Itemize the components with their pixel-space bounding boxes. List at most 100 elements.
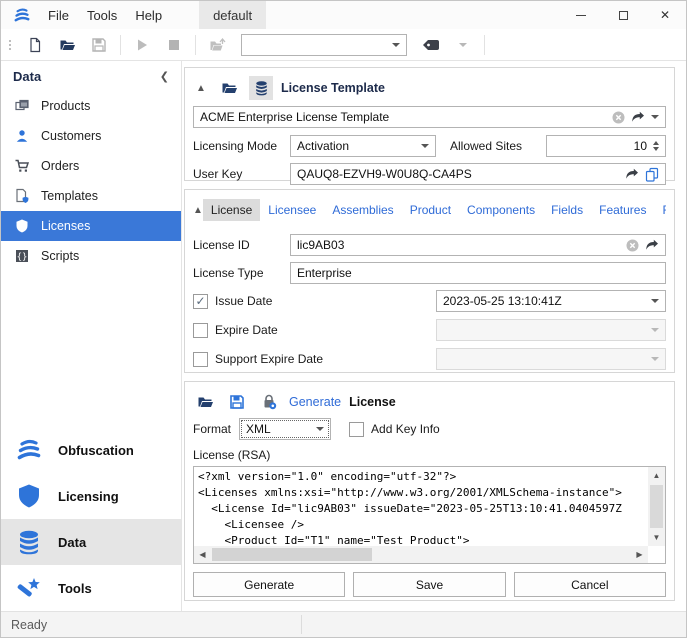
- nav-item-tools[interactable]: Tools: [1, 565, 181, 611]
- nav-item-label: Licensing: [58, 489, 119, 504]
- user-key-value: QAUQ8-EZVH9-W0U8Q-CA4PS: [297, 167, 472, 181]
- new-document-icon: [27, 37, 43, 53]
- tab-assemblies[interactable]: Assemblies: [324, 199, 401, 221]
- new-document-button[interactable]: [22, 32, 48, 58]
- tab-components[interactable]: Components: [459, 199, 543, 221]
- user-key-field[interactable]: QAUQ8-EZVH9-W0U8Q-CA4PS: [290, 163, 666, 185]
- format-combo[interactable]: XML: [239, 418, 331, 440]
- chevron-down-icon: [316, 427, 324, 431]
- scroll-up-icon[interactable]: ▲: [648, 467, 665, 484]
- sidebar-item-customers[interactable]: Customers: [1, 121, 181, 151]
- expire-date-combo[interactable]: [436, 319, 666, 341]
- collapse-sidebar-icon[interactable]: ❮: [160, 70, 169, 83]
- tab-fields[interactable]: Fields: [543, 199, 591, 221]
- open-template-button[interactable]: [217, 76, 241, 100]
- apply-arrow-icon[interactable]: [631, 111, 645, 123]
- tab-license[interactable]: License: [203, 199, 260, 221]
- copy-icon[interactable]: [645, 167, 659, 182]
- save-button[interactable]: Save: [353, 572, 505, 597]
- menu-file[interactable]: File: [39, 1, 78, 29]
- scroll-down-icon[interactable]: ▼: [648, 529, 665, 546]
- tag-button[interactable]: [418, 32, 444, 58]
- horizontal-scrollbar[interactable]: ◀ ▶: [194, 546, 648, 563]
- key-button[interactable]: [257, 390, 281, 414]
- sidebar-item-licenses[interactable]: Licenses: [1, 211, 181, 241]
- xml-line: <Licensee />: [198, 517, 644, 533]
- license-type-field[interactable]: Enterprise: [290, 262, 666, 284]
- document-tab-default[interactable]: default: [199, 1, 266, 29]
- template-name-value: ACME Enterprise License Template: [200, 110, 389, 124]
- expire-date-checkbox[interactable]: [193, 323, 208, 338]
- clear-icon[interactable]: [626, 239, 639, 252]
- panel-title: License: [349, 395, 396, 409]
- horizontal-scroll-thumb[interactable]: [212, 548, 372, 561]
- collapse-panel-icon[interactable]: ▲: [193, 205, 203, 216]
- license-detail-panel: ▲ License Licensee Assemblies Product Co…: [184, 189, 675, 373]
- sidebar-item-templates[interactable]: Templates: [1, 181, 181, 211]
- support-expire-date-checkbox[interactable]: [193, 352, 208, 367]
- license-type-label: License Type: [193, 266, 290, 280]
- save-license-button[interactable]: [225, 390, 249, 414]
- add-key-info-checkbox[interactable]: [349, 422, 364, 437]
- spin-down-icon[interactable]: [653, 147, 659, 151]
- apply-arrow-icon[interactable]: [625, 168, 639, 180]
- toolbar-combo[interactable]: [241, 34, 407, 56]
- vertical-scroll-thumb[interactable]: [650, 485, 663, 528]
- license-xml-viewer[interactable]: <?xml version="1.0" encoding="utf-32"?> …: [193, 466, 666, 564]
- window-controls: ✕: [560, 1, 686, 29]
- template-name-combo[interactable]: ACME Enterprise License Template: [193, 106, 666, 128]
- minimize-button[interactable]: [560, 1, 602, 29]
- generate-button[interactable]: Generate: [193, 572, 345, 597]
- support-expire-date-combo[interactable]: [436, 348, 666, 370]
- menu-tools[interactable]: Tools: [78, 1, 126, 29]
- nav-item-licensing[interactable]: Licensing: [1, 473, 181, 519]
- issue-date-combo[interactable]: 2023-05-25 13:10:41Z: [436, 290, 666, 312]
- run-button[interactable]: [129, 32, 155, 58]
- sidebar-item-scripts[interactable]: {} Scripts: [1, 241, 181, 271]
- sidebar-item-label: Orders: [41, 159, 79, 173]
- collapse-panel-icon[interactable]: ▲: [193, 83, 209, 94]
- allowed-sites-stepper[interactable]: 10: [546, 135, 666, 157]
- vertical-scrollbar[interactable]: ▲ ▼: [648, 467, 665, 546]
- sidebar-item-products[interactable]: Products: [1, 91, 181, 121]
- sidebar-title: Data: [13, 69, 41, 84]
- maximize-button[interactable]: [602, 1, 644, 29]
- open-license-button[interactable]: [193, 390, 217, 414]
- generate-link[interactable]: Generate: [289, 395, 341, 409]
- tab-product[interactable]: Product: [402, 199, 459, 221]
- template-database-button[interactable]: [249, 76, 273, 100]
- licensing-mode-combo[interactable]: Activation: [290, 135, 436, 157]
- add-key-info-label: Add Key Info: [371, 422, 440, 436]
- tab-restrictions[interactable]: Restrictions: [654, 199, 666, 221]
- export-button[interactable]: [204, 32, 230, 58]
- scroll-left-icon[interactable]: ◀: [194, 546, 211, 563]
- nav-item-label: Data: [58, 535, 86, 550]
- tab-features[interactable]: Features: [591, 199, 654, 221]
- chevron-down-icon[interactable]: [651, 115, 659, 119]
- license-id-field[interactable]: lic9AB03: [290, 234, 666, 256]
- nav-item-data[interactable]: Data: [1, 519, 181, 565]
- open-folder-icon: [59, 37, 76, 53]
- spin-up-icon[interactable]: [653, 141, 659, 145]
- apply-arrow-icon[interactable]: [645, 239, 659, 251]
- save-button[interactable]: [86, 32, 112, 58]
- open-project-button[interactable]: [54, 32, 80, 58]
- stop-button[interactable]: [161, 32, 187, 58]
- scroll-right-icon[interactable]: ▶: [631, 546, 648, 563]
- issue-date-checkbox[interactable]: ✓: [193, 294, 208, 309]
- close-button[interactable]: ✕: [644, 1, 686, 29]
- sidebar-item-orders[interactable]: Orders: [1, 151, 181, 181]
- svg-text:{}: {}: [17, 253, 28, 263]
- menu-help[interactable]: Help: [126, 1, 171, 29]
- tag-dropdown-button[interactable]: [450, 32, 476, 58]
- license-xml-content[interactable]: <?xml version="1.0" encoding="utf-32"?> …: [194, 467, 648, 546]
- panel-title: License Template: [281, 81, 385, 95]
- toolbar-grip[interactable]: [9, 40, 11, 50]
- clear-icon[interactable]: [612, 111, 625, 124]
- nav-item-obfuscation[interactable]: Obfuscation: [1, 427, 181, 473]
- tab-licensee[interactable]: Licensee: [260, 199, 324, 221]
- support-expire-date-label: Support Expire Date: [215, 352, 323, 366]
- nav-item-label: Obfuscation: [58, 443, 134, 458]
- cancel-button[interactable]: Cancel: [514, 572, 666, 597]
- license-id-label: License ID: [193, 238, 290, 252]
